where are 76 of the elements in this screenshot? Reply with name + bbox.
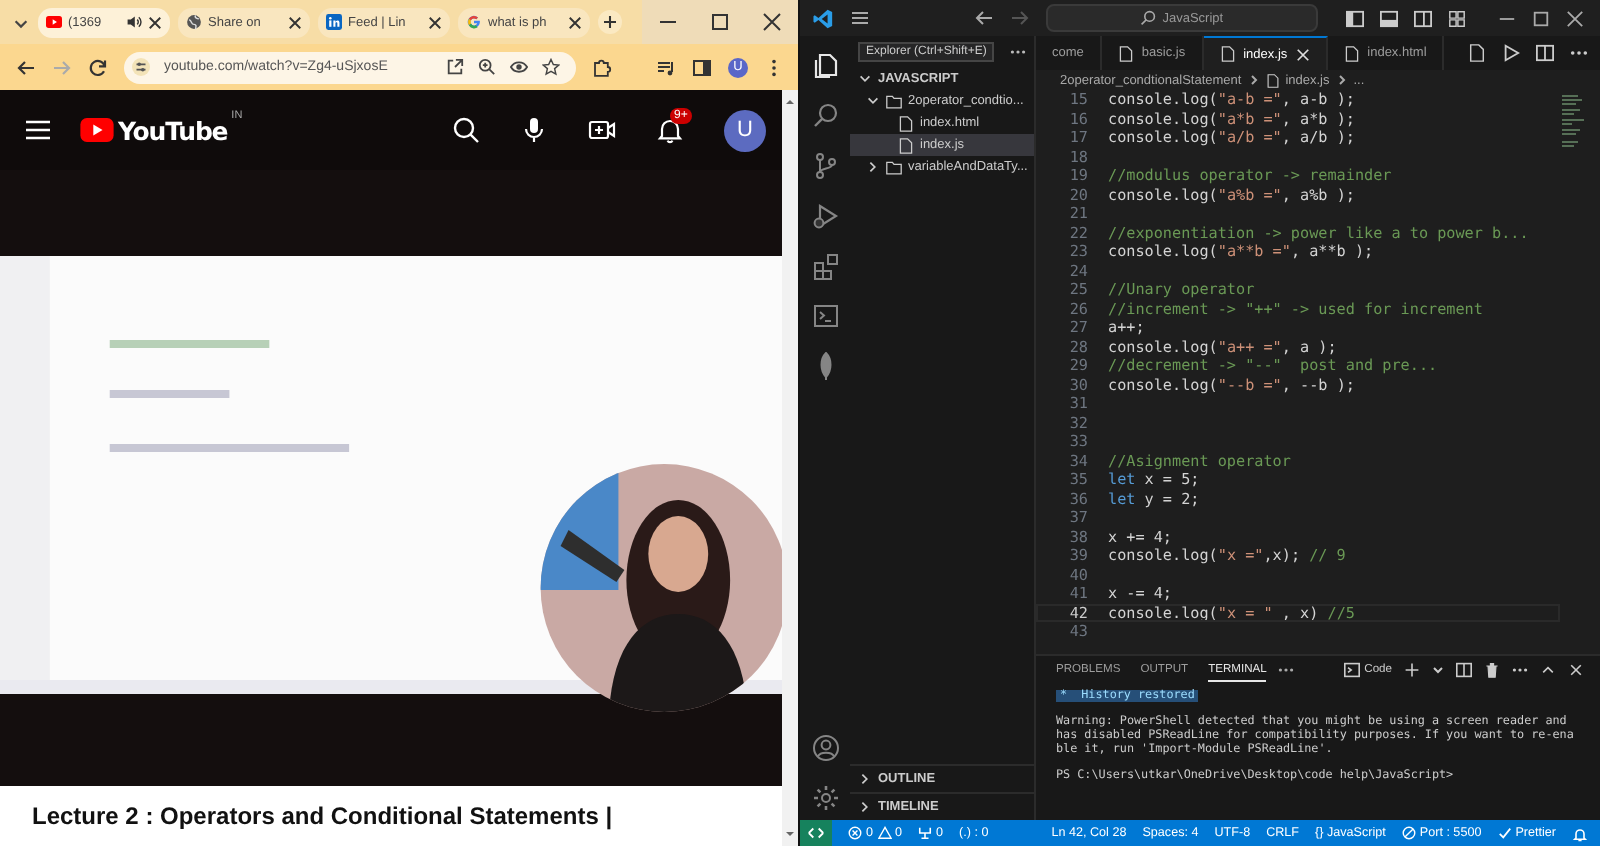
maximize-icon[interactable] — [710, 12, 730, 32]
toggle-sidebar-icon[interactable] — [1346, 9, 1364, 27]
create-video-icon[interactable] — [588, 116, 616, 144]
trash-icon[interactable] — [1484, 662, 1500, 678]
split-icon[interactable] — [1456, 662, 1472, 678]
chevron-icon — [866, 160, 880, 174]
terminal-icon — [1344, 662, 1361, 678]
file-icon — [1117, 45, 1134, 61]
open-in-app-icon[interactable] — [446, 58, 464, 76]
scroll-up-icon[interactable] — [784, 96, 796, 108]
zoom-icon[interactable] — [478, 58, 496, 76]
explorer-icon[interactable] — [811, 52, 839, 80]
check-icon — [1497, 826, 1512, 840]
remote-icon[interactable] — [800, 820, 832, 846]
more-icon[interactable] — [1010, 44, 1026, 60]
side-panel-icon[interactable] — [692, 57, 712, 77]
youtube-icon — [46, 14, 62, 30]
account-icon[interactable] — [811, 734, 839, 762]
source-control-icon[interactable] — [811, 152, 839, 180]
maximize-icon[interactable] — [1532, 9, 1550, 27]
split-layout-icon[interactable] — [1414, 9, 1432, 27]
account-avatar[interactable]: U — [724, 109, 766, 151]
close-icon[interactable] — [762, 12, 782, 32]
eye-icon[interactable] — [510, 58, 528, 76]
add-icon[interactable] — [1404, 662, 1420, 678]
error-icon — [848, 826, 862, 840]
extensions-icon[interactable] — [811, 252, 839, 280]
reload-icon[interactable] — [88, 57, 108, 77]
toggle-panel-icon[interactable] — [1380, 9, 1398, 27]
more-icon[interactable] — [1278, 662, 1295, 678]
new-tab-icon[interactable] — [598, 10, 622, 34]
close-icon[interactable] — [428, 15, 442, 29]
settings-icon[interactable] — [811, 784, 839, 812]
video-title: Lecture 2 : Operators and Conditional Statements | — [30, 800, 615, 834]
chevron-icon — [1247, 74, 1260, 86]
site-info-icon[interactable] — [132, 58, 150, 76]
globe-icon — [186, 14, 202, 30]
menu-icon[interactable] — [850, 8, 870, 28]
linkedin-icon — [326, 14, 342, 30]
maximize-panel-icon[interactable] — [1540, 662, 1556, 678]
file-icon — [1265, 73, 1280, 87]
star-icon[interactable] — [542, 58, 560, 76]
caret-icon[interactable] — [1432, 664, 1444, 676]
back-icon[interactable] — [16, 57, 36, 77]
vscode-logo — [812, 7, 834, 29]
close-icon[interactable] — [288, 15, 302, 29]
close-icon[interactable] — [1566, 9, 1584, 27]
microphone-icon[interactable] — [520, 116, 548, 144]
youtube-logo[interactable]: YouTube $^{IN}$ — [80, 115, 243, 145]
extensions-icon[interactable] — [592, 57, 612, 77]
folder-icon — [886, 159, 902, 175]
file-icon — [1219, 46, 1236, 62]
run-debug-icon[interactable] — [811, 202, 839, 230]
media-icon[interactable] — [656, 57, 676, 77]
warning-icon — [877, 826, 892, 840]
search-icon — [1140, 10, 1157, 26]
terminal-icon[interactable] — [811, 302, 839, 330]
antenna-icon — [918, 826, 933, 840]
open-preview-icon[interactable] — [1468, 44, 1486, 62]
close-icon[interactable] — [568, 15, 582, 29]
split-editor-icon[interactable] — [1536, 44, 1554, 62]
speaker-icon[interactable] — [126, 14, 142, 30]
run-icon[interactable] — [1502, 44, 1520, 62]
search-icon[interactable] — [452, 116, 480, 144]
file-icon — [1343, 45, 1360, 61]
folder-icon — [886, 93, 902, 109]
menu-icon[interactable] — [24, 116, 52, 144]
more-icon[interactable] — [1512, 662, 1528, 678]
layout-icon[interactable] — [1448, 9, 1466, 27]
scroll-down-icon[interactable] — [784, 828, 796, 840]
no-entry-icon — [1401, 826, 1416, 840]
back-icon[interactable] — [973, 8, 994, 28]
close-icon[interactable] — [148, 15, 162, 29]
bell-icon[interactable] — [656, 116, 684, 144]
google-icon — [466, 14, 482, 30]
chevron-icon — [1335, 74, 1348, 86]
